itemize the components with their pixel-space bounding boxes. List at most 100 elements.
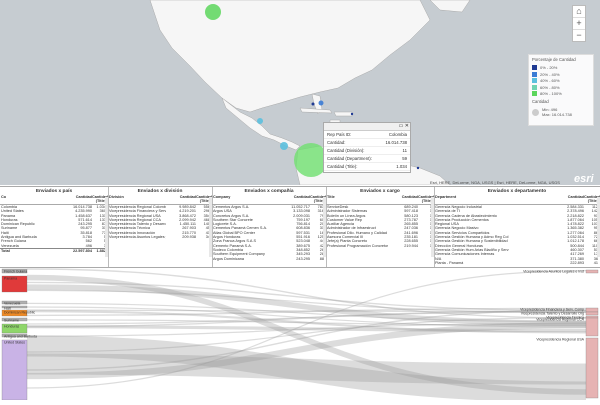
legend-title: Porcentaje de Cantidad xyxy=(532,57,576,62)
table-title: Enviados x compañía xyxy=(244,189,294,194)
column-header[interactable]: Company xyxy=(212,195,280,199)
popup-field-value: 11 xyxy=(402,148,407,153)
sankey-node-label: Vicepresidencia Regional CCA xyxy=(536,318,584,322)
table-cell: 22.597.804 xyxy=(72,248,92,253)
sankey-node-right[interactable] xyxy=(585,269,599,274)
bubble-panama xyxy=(280,142,288,150)
legend-size-title: Cantidad xyxy=(532,99,549,105)
popup-row: Rep País ID: Colombia xyxy=(324,131,410,139)
legend-swatch xyxy=(532,71,537,77)
bubble-united-states xyxy=(205,4,221,20)
sankey-node-label: Antigua and Barbuda xyxy=(4,335,37,339)
sankey-node-left[interactable] xyxy=(1,339,28,401)
table-header: División Cantidad Cantidad (Title) xyxy=(108,195,212,205)
sankey-node-right[interactable] xyxy=(585,307,599,313)
table-panel: Enviados x división División Cantidad Canti… xyxy=(108,187,213,267)
zoom-in-button[interactable]: + xyxy=(573,18,585,30)
popup-row: Cantidad: 16.014.738 xyxy=(324,139,410,147)
legend-class-row: 20% - 40% xyxy=(532,71,590,77)
sankey-node-right[interactable] xyxy=(585,317,599,337)
bubble-honduras xyxy=(257,118,263,124)
popup-row: Cantidad (Department): 59 xyxy=(324,155,410,163)
map-legend: Porcentaje de Cantidad 0% - 20% 20% - 40%… xyxy=(528,54,594,126)
basemap xyxy=(0,0,600,185)
column-header[interactable]: Cantidad xyxy=(388,195,418,199)
table-cell: Vicepresidencia Asuntos Legales y Inst xyxy=(109,235,166,240)
close-icon[interactable]: ✕ xyxy=(405,123,409,129)
legend-swatch xyxy=(532,65,537,70)
sankey-node-right[interactable] xyxy=(585,337,599,399)
legend-class-row: 0% - 20% xyxy=(532,65,590,70)
table-row[interactable]: Argos Dominicana 243.295 88 xyxy=(212,257,326,261)
popup-field-label: Cantidad (Department): xyxy=(327,156,372,161)
legend-swatch xyxy=(532,84,537,90)
column-header[interactable]: Cantidad xyxy=(166,195,196,199)
legend-class-label: 60% - 80% xyxy=(540,84,560,90)
table-row[interactable]: Planta - Panamá 222.893 41 xyxy=(434,261,600,265)
esri-logo: esri xyxy=(574,173,594,185)
legend-class-label: 40% - 60% xyxy=(540,78,560,84)
table-total-row: Total 22.597.804 1.882 xyxy=(0,247,108,254)
table-panel: Enviados x compañía Company Cantidad Cantid… xyxy=(212,187,327,267)
column-header[interactable]: Co xyxy=(0,195,62,199)
table-header: Title Cantidad Cantidad (Title) xyxy=(326,195,434,205)
table-panel: Enviados x país Co Cantidad Cantidad (Title… xyxy=(0,187,109,267)
sankey-node-label: Dominican Republic xyxy=(4,311,35,315)
table-cell: 88 xyxy=(319,256,324,261)
sankey-node-label: Venezuela xyxy=(4,302,20,306)
sankey-node-label: Vicepresidencia Asuntos Legales e Inst xyxy=(523,270,584,274)
table-cell: Argos Dominicana xyxy=(213,256,245,261)
sankey-node-right[interactable] xyxy=(585,311,599,316)
column-header[interactable]: Cantidad xyxy=(554,195,584,199)
column-header[interactable]: División xyxy=(108,195,166,199)
popup-row: Cantidad (División): 11 xyxy=(324,147,410,155)
legend-size-circle xyxy=(532,108,539,116)
legend-swatch xyxy=(532,78,537,84)
table-cell: 41 xyxy=(593,260,598,265)
column-header[interactable]: Title xyxy=(326,195,388,199)
table-cell: 243.295 xyxy=(296,256,310,261)
column-header[interactable]: Department xyxy=(434,195,554,199)
legend-class-row: 80% - 100% xyxy=(532,91,590,97)
sankey-node-label: Suriname xyxy=(4,319,19,323)
table-cell: 222.893 xyxy=(570,260,584,265)
popup-row: Cantidad (Title): 1.034 xyxy=(324,163,410,171)
table-title: Enviados x cargo xyxy=(360,189,400,194)
sankey-node-label: French Guiana xyxy=(4,270,27,274)
bubble-dominican-republic xyxy=(318,100,324,106)
map-attribution: Esri, HERE, DeLorme, NGA, USGS | Esri, H… xyxy=(430,180,560,185)
sankey-node-right[interactable] xyxy=(585,315,599,319)
table-row[interactable]: Vicepresidencia Asuntos Legales y Inst 20… xyxy=(108,235,212,239)
popup-dock-icon[interactable]: ▭ xyxy=(399,123,404,129)
zoom-out-button[interactable]: − xyxy=(573,30,585,41)
table-cell: 496 xyxy=(85,243,92,248)
zoom-controls: ⌂ + − xyxy=(572,5,586,42)
legend-class-label: 0% - 20% xyxy=(540,65,558,70)
map-view[interactable]: ⌂ + − Porcentaje de Cantidad 0% - 20% 20%… xyxy=(0,0,600,185)
tables-section: Enviados x país Co Cantidad Cantidad (Title… xyxy=(0,186,600,268)
bubble-haiti xyxy=(311,102,315,106)
bubble-french-guiana xyxy=(416,166,420,170)
column-header[interactable]: Cantidad xyxy=(280,195,310,199)
table-row[interactable]: Venezuela4963 xyxy=(0,244,108,248)
legend-swatch xyxy=(532,91,537,97)
popup-field-value: 16.014.738 xyxy=(385,140,407,145)
table-header: Co Cantidad Cantidad (Title) xyxy=(0,195,108,205)
table-cell: Total xyxy=(1,248,10,253)
table-title: Enviados x departamento xyxy=(487,189,547,194)
popup-field-label: Rep País ID: xyxy=(327,132,352,137)
legend-class-label: 20% - 40% xyxy=(540,71,560,77)
table-title: Enviados x país xyxy=(35,189,73,194)
sankey-node-label: Panama xyxy=(4,277,17,281)
zoom-home-button[interactable]: ⌂ xyxy=(573,6,585,18)
legend-size-max: Max: 16.014.738 xyxy=(542,112,572,118)
table-title: Enviados x división xyxy=(137,189,183,194)
popup-field-label: Cantidad (División): xyxy=(327,148,365,153)
table-header: Company Cantidad Cantidad (Title) xyxy=(212,195,326,205)
column-header[interactable]: Cantidad xyxy=(62,195,92,199)
map-popup[interactable]: ▭ ✕ Rep País ID: Colombia Cantidad: 16.014.… xyxy=(323,122,411,173)
table-panel: Enviados x cargo Title Cantidad Cantidad (T… xyxy=(326,187,435,267)
sankey-node-label: United States xyxy=(4,341,25,345)
table-cell: 219.944 xyxy=(404,243,418,248)
table-row[interactable]: Profesional Programación Concretos 219.94… xyxy=(326,244,434,248)
